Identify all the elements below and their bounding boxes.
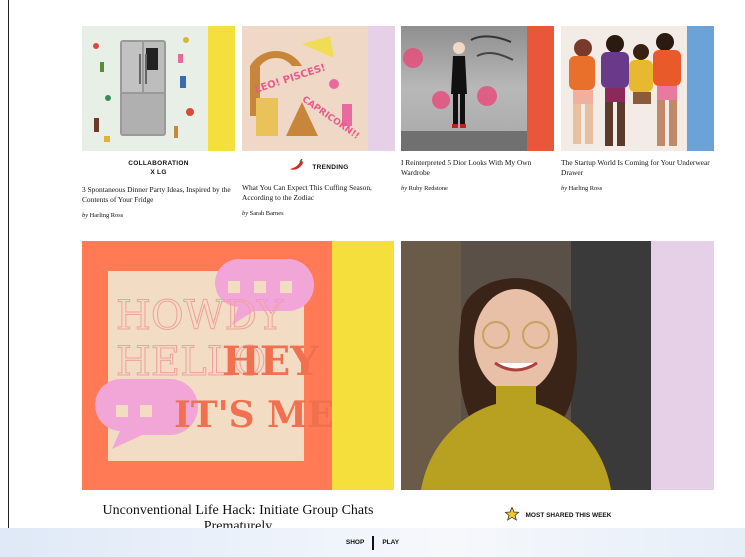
most-shared-heading: MOST SHARED THIS WEEK — [401, 506, 714, 524]
article-thumbnail[interactable] — [82, 26, 235, 151]
color-strip — [687, 26, 714, 151]
article-thumbnail[interactable]: LEO! PISCES! CAPRICORN!! — [242, 26, 395, 151]
shop-link[interactable]: SHOP — [346, 539, 364, 546]
article-thumbnail[interactable] — [561, 26, 714, 151]
article-title[interactable]: What You Can Expect This Cuffing Season,… — [242, 183, 395, 202]
article-card-zodiac[interactable]: LEO! PISCES! CAPRICORN!! TRENDING What Y… — [242, 26, 395, 217]
zodiac-text-1: LEO! PISCES! — [253, 62, 327, 95]
underwear-photo — [561, 26, 687, 151]
color-strip — [208, 26, 235, 151]
fridge-illustration — [82, 26, 208, 151]
collaboration-tag: COLLABORATION X LG — [128, 160, 189, 176]
portrait-photo — [401, 241, 651, 490]
art-word-hey: HEY — [222, 338, 319, 385]
article-title[interactable]: I Reinterpreted 5 Dior Looks With My Own… — [401, 158, 554, 177]
left-rule — [8, 0, 9, 528]
art-word-its-me: IT'S ME — [174, 394, 332, 436]
article-card-dior[interactable]: I Reinterpreted 5 Dior Looks With My Own… — [401, 26, 554, 192]
color-strip — [527, 26, 554, 151]
article-author: by Harling Ross — [82, 212, 124, 220]
article-title[interactable]: The Startup World Is Coming for Your Und… — [561, 158, 714, 177]
feature-image-portrait[interactable] — [401, 241, 714, 490]
article-card-fridge[interactable]: COLLABORATION X LG 3 Spontaneous Dinner … — [82, 26, 235, 219]
color-strip — [651, 241, 714, 490]
article-author: by Ruby Redstone — [401, 185, 448, 193]
art-word-howdy: HOWDY — [116, 293, 284, 339]
color-strip — [368, 26, 395, 151]
star-icon — [503, 506, 520, 524]
trending-tag: TRENDING — [242, 158, 395, 175]
feature-image-group-chats[interactable]: HOWDY HELLO HEY IT'S ME — [82, 241, 394, 490]
group-chat-illustration: HOWDY HELLO HEY IT'S ME — [94, 258, 332, 461]
color-strip — [332, 241, 394, 490]
article-title[interactable]: 3 Spontaneous Dinner Party Ideas, Inspir… — [82, 185, 235, 204]
chili-pepper-icon — [288, 158, 306, 175]
article-author: by Sarah Barnes — [242, 210, 284, 218]
zodiac-illustration: LEO! PISCES! CAPRICORN!! — [242, 26, 368, 151]
play-link[interactable]: PLAY — [382, 539, 399, 546]
article-card-underwear[interactable]: The Startup World Is Coming for Your Und… — [561, 26, 714, 192]
dior-photo — [401, 26, 527, 151]
article-author: by Harling Ross — [561, 185, 603, 193]
nav-divider — [372, 535, 375, 550]
article-thumbnail[interactable] — [401, 26, 554, 151]
bottom-nav-bar: SHOP PLAY — [0, 528, 745, 557]
